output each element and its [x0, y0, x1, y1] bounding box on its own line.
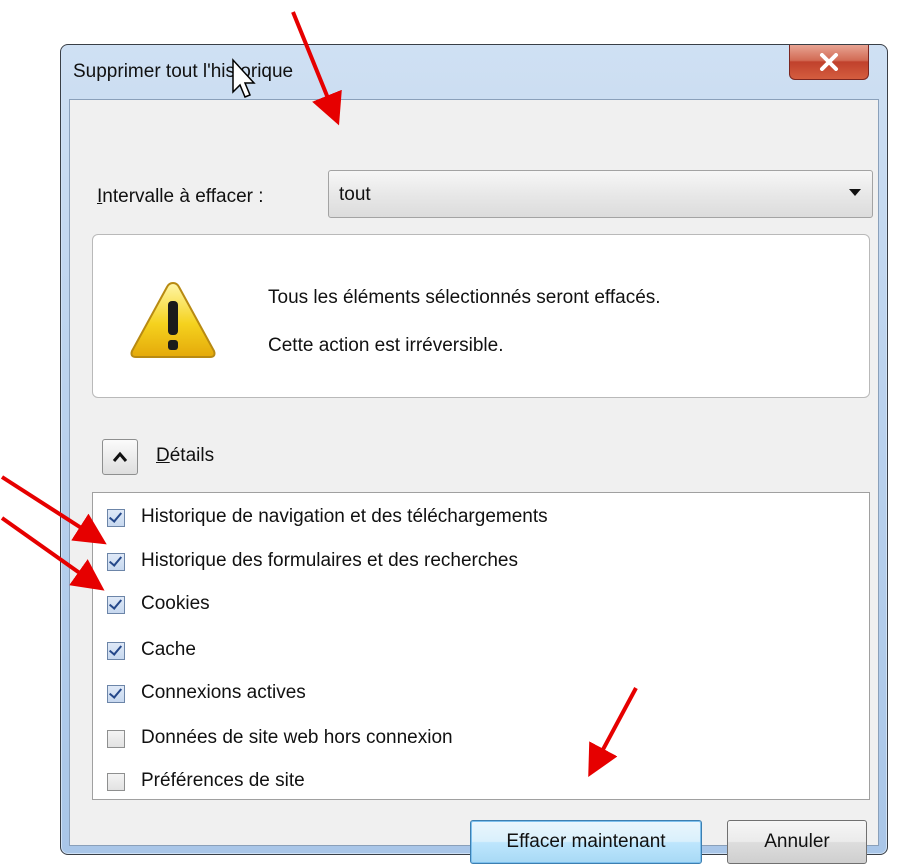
item-label: Connexions actives: [141, 682, 306, 703]
chevron-down-icon: [849, 189, 861, 196]
item-label: Données de site web hors connexion: [141, 727, 453, 748]
cancel-button[interactable]: Annuler: [727, 820, 867, 864]
item-label: Cache: [141, 639, 196, 660]
dialog-title: Supprimer tout l'historique: [73, 61, 294, 82]
warning-message: Tous les éléments sélectionnés seront ef…: [268, 287, 661, 308]
checkbox-cache[interactable]: [107, 642, 125, 660]
details-label[interactable]: Détails: [156, 445, 214, 467]
title-bar[interactable]: Supprimer tout l'historique: [61, 45, 887, 99]
checkbox-offline-data[interactable]: [107, 730, 125, 748]
close-button[interactable]: [789, 45, 869, 80]
item-label: Cookies: [141, 593, 210, 614]
clear-history-dialog: Supprimer tout l'historique Intervalle à…: [60, 44, 888, 864]
range-label: Intervalle à effacer :: [97, 186, 264, 208]
warning-panel: Tous les éléments sélectionnés seront ef…: [92, 234, 870, 398]
checkbox-active-logins[interactable]: [107, 685, 125, 703]
checkbox-browsing-history[interactable]: [107, 509, 125, 527]
time-range-value: tout: [339, 184, 371, 205]
close-icon: [820, 53, 838, 71]
chevron-up-icon: [112, 451, 128, 462]
details-toggle-button[interactable]: [102, 439, 138, 475]
dialog-content: Intervalle à effacer : tout Tous les élé…: [69, 99, 879, 864]
details-label-access-key: D: [156, 445, 170, 466]
details-label-text: étails: [169, 445, 215, 466]
warning-irreversible: Cette action est irréversible.: [268, 335, 504, 356]
item-label: Préférences de site: [141, 770, 305, 791]
checkbox-cookies[interactable]: [107, 596, 125, 614]
item-label: Historique des formulaires et des recher…: [141, 550, 519, 571]
clear-now-button[interactable]: Effacer maintenant: [470, 820, 702, 864]
item-label: Historique de navigation et des téléchar…: [141, 506, 548, 527]
checkbox-form-history[interactable]: [107, 553, 125, 571]
warning-icon: [130, 281, 216, 358]
history-items-list: Historique de navigation et des téléchar…: [92, 492, 870, 800]
time-range-select[interactable]: tout: [328, 170, 873, 218]
range-label-text: ntervalle à effacer :: [102, 186, 264, 207]
checkbox-site-preferences[interactable]: [107, 773, 125, 791]
